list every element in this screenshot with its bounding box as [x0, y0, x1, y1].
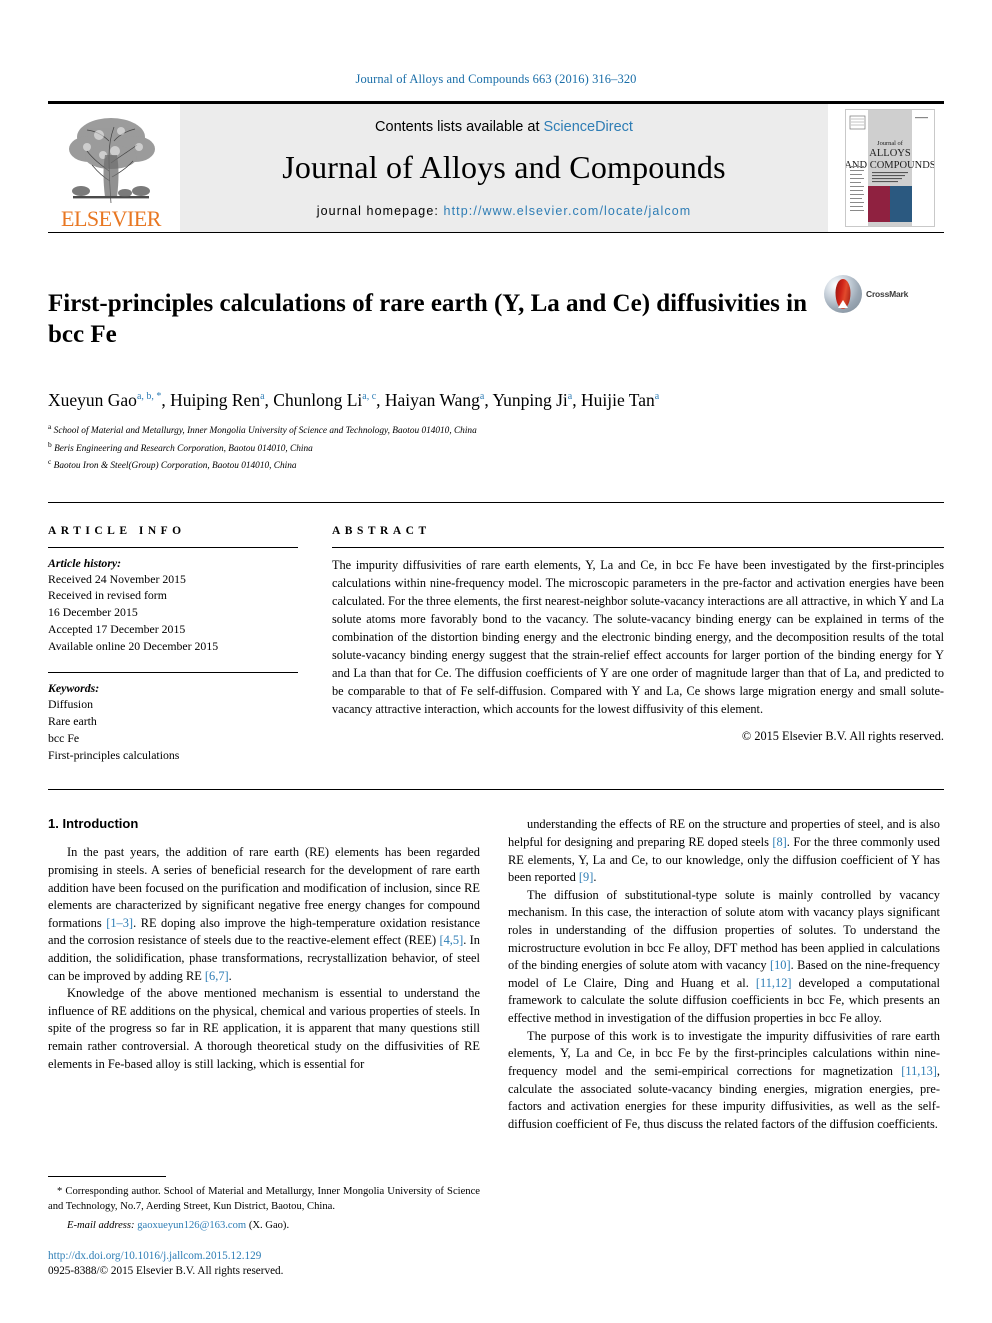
- author-affil-marker: a: [654, 390, 660, 402]
- keyword-item: bcc Fe: [48, 730, 80, 745]
- article-history-item: Received in revised form: [48, 588, 167, 603]
- author-affil-marker: a, b, *: [136, 390, 162, 402]
- body-column-right: understanding the effects of RE on the s…: [508, 816, 940, 1133]
- affiliation-item: a School of Material and Metallurgy, Inn…: [48, 421, 944, 439]
- email-suffix: (X. Gao).: [248, 1219, 290, 1231]
- crossmark-icon: [824, 275, 862, 313]
- affiliation-list: a School of Material and Metallurgy, Inn…: [48, 421, 944, 474]
- homepage-url-link[interactable]: http://www.elsevier.com/locate/jalcom: [444, 204, 692, 218]
- abstract-heading: ABSTRACT: [332, 524, 431, 537]
- article-history-item: 16 December 2015: [48, 605, 138, 620]
- affiliation-text: School of Material and Metallurgy, Inner…: [53, 426, 477, 437]
- author-name: Chunlong Li: [273, 389, 363, 410]
- svg-text:AND COMPOUNDS: AND COMPOUNDS: [846, 160, 934, 171]
- abstract-text: The impurity diffusivities of rare earth…: [332, 557, 944, 717]
- crossmark-badge[interactable]: CrossMark: [824, 271, 916, 313]
- article-history-item: Accepted 17 December 2015: [48, 621, 186, 636]
- svg-text:ALLOYS: ALLOYS: [869, 148, 911, 159]
- affiliation-text: Baotou Iron & Steel(Group) Corporation, …: [53, 461, 297, 472]
- author-name: Xueyun Gao: [48, 389, 137, 410]
- masthead-band: Contents lists available at ScienceDirec…: [180, 104, 828, 232]
- journal-homepage-line: journal homepage: http://www.elsevier.co…: [317, 204, 692, 218]
- author-name: Haiyan Wang: [384, 389, 480, 410]
- affiliation-key: b: [48, 439, 52, 449]
- contents-available-line: Contents lists available at ScienceDirec…: [375, 119, 633, 135]
- article-history-item: Available online 20 December 2015: [48, 638, 219, 653]
- author-item: Huijie Tana: [581, 390, 659, 410]
- email-link[interactable]: gaoxueyun126@163.com: [137, 1220, 246, 1231]
- title-block: First-principles calculations of rare ea…: [48, 232, 944, 474]
- author-item: Yunping Jia: [492, 390, 572, 410]
- affiliation-item: c Baotou Iron & Steel(Group) Corporation…: [48, 456, 944, 474]
- sciencedirect-link[interactable]: ScienceDirect: [544, 119, 633, 135]
- author-item: Huiping Rena: [170, 390, 264, 410]
- abstract-column: ABSTRACT The impurity diffusivities of r…: [332, 525, 944, 764]
- body-section: 1. Introduction In the past years, the a…: [48, 789, 944, 1133]
- article-history-item: Received 24 November 2015: [48, 571, 186, 586]
- divider: [332, 546, 944, 548]
- keywords-label: Keywords:: [48, 681, 100, 696]
- paragraph: The purpose of this work is to investiga…: [508, 1028, 940, 1131]
- homepage-prefix: journal homepage:: [316, 203, 444, 218]
- affiliation-text: Beris Engineering and Research Corporati…: [54, 443, 313, 454]
- paragraph: Knowledge of the above mentioned mechani…: [48, 986, 480, 1071]
- author-item: Haiyan Wanga: [385, 390, 484, 410]
- article-info-column: ARTICLE INFO Article history: Received 2…: [48, 525, 298, 764]
- divider: [48, 546, 298, 548]
- journal-masthead: ELSEVIER Contents lists available at Sci…: [48, 101, 944, 232]
- journal-title: Journal of Alloys and Compounds: [282, 148, 726, 185]
- author-name: Huijie Tan: [581, 389, 655, 410]
- divider: [48, 672, 298, 674]
- article-history-label: Article history:: [48, 555, 122, 570]
- author-item: Xueyun Gaoa, b, *: [48, 390, 161, 410]
- doi-block: http://dx.doi.org/10.1016/j.jallcom.2015…: [48, 1249, 480, 1279]
- paragraph: The diffusion of substitutional-type sol…: [508, 887, 941, 1026]
- publisher-logo: ELSEVIER: [48, 104, 174, 232]
- keyword-item: Diffusion: [48, 697, 94, 712]
- corresponding-author-note: * Corresponding author. School of Materi…: [48, 1185, 480, 1212]
- author-name: Yunping Ji: [492, 389, 568, 410]
- affiliation-key: a: [48, 422, 52, 432]
- affiliation-key: c: [48, 457, 52, 467]
- section-heading-introduction: 1. Introduction: [48, 816, 139, 832]
- affiliation-item: b Beris Engineering and Research Corpora…: [48, 439, 944, 457]
- svg-text:Journal of: Journal of: [877, 140, 904, 147]
- journal-cover-thumbnail: Journal of ALLOYS AND COMPOUNDS: [845, 109, 935, 227]
- email-line: E-mail address: gaoxueyun126@163.com (X.…: [48, 1220, 480, 1231]
- crossmark-label: CrossMark: [866, 289, 909, 299]
- contents-prefix: Contents lists available at: [375, 118, 544, 135]
- paragraph: understanding the effects of RE on the s…: [508, 817, 940, 885]
- author-name: Huiping Ren: [170, 389, 261, 410]
- info-abstract-section: ARTICLE INFO Article history: Received 2…: [48, 501, 944, 764]
- keyword-item: Rare earth: [48, 714, 97, 729]
- author-item: Chunlong Lia, c: [273, 390, 376, 410]
- author-list: Xueyun Gaoa, b, *, Huiping Rena, Chunlon…: [48, 389, 660, 410]
- page-title: First-principles calculations of rare ea…: [48, 289, 807, 348]
- article-info-heading: ARTICLE INFO: [48, 524, 186, 537]
- paper-page: Journal of Alloys and Compounds 663 (201…: [0, 0, 992, 1323]
- footnote-divider: [48, 1175, 166, 1177]
- email-label: E-mail address:: [67, 1219, 135, 1231]
- keyword-item: First-principles calculations: [48, 747, 180, 762]
- issn-copyright-line: 0925-8388/© 2015 Elsevier B.V. All right…: [48, 1264, 284, 1277]
- paragraph: In the past years, the addition of rare …: [48, 845, 480, 983]
- running-head: Journal of Alloys and Compounds 663 (201…: [355, 72, 637, 86]
- elsevier-wordmark: ELSEVIER: [61, 206, 161, 231]
- body-column-left: 1. Introduction In the past years, the a…: [48, 816, 480, 1133]
- abstract-copyright: © 2015 Elsevier B.V. All rights reserved…: [741, 729, 944, 744]
- author-affil-marker: a: [260, 390, 265, 402]
- author-affil-marker: a, c: [362, 390, 377, 402]
- footnote-block: * Corresponding author. School of Materi…: [48, 1175, 480, 1279]
- doi-link[interactable]: http://dx.doi.org/10.1016/j.jallcom.2015…: [48, 1249, 480, 1264]
- author-affil-marker: a: [567, 390, 573, 402]
- journal-cover-container: Journal of ALLOYS AND COMPOUNDS: [836, 104, 944, 232]
- author-affil-marker: a: [479, 390, 485, 402]
- elsevier-tree-icon: [59, 111, 163, 207]
